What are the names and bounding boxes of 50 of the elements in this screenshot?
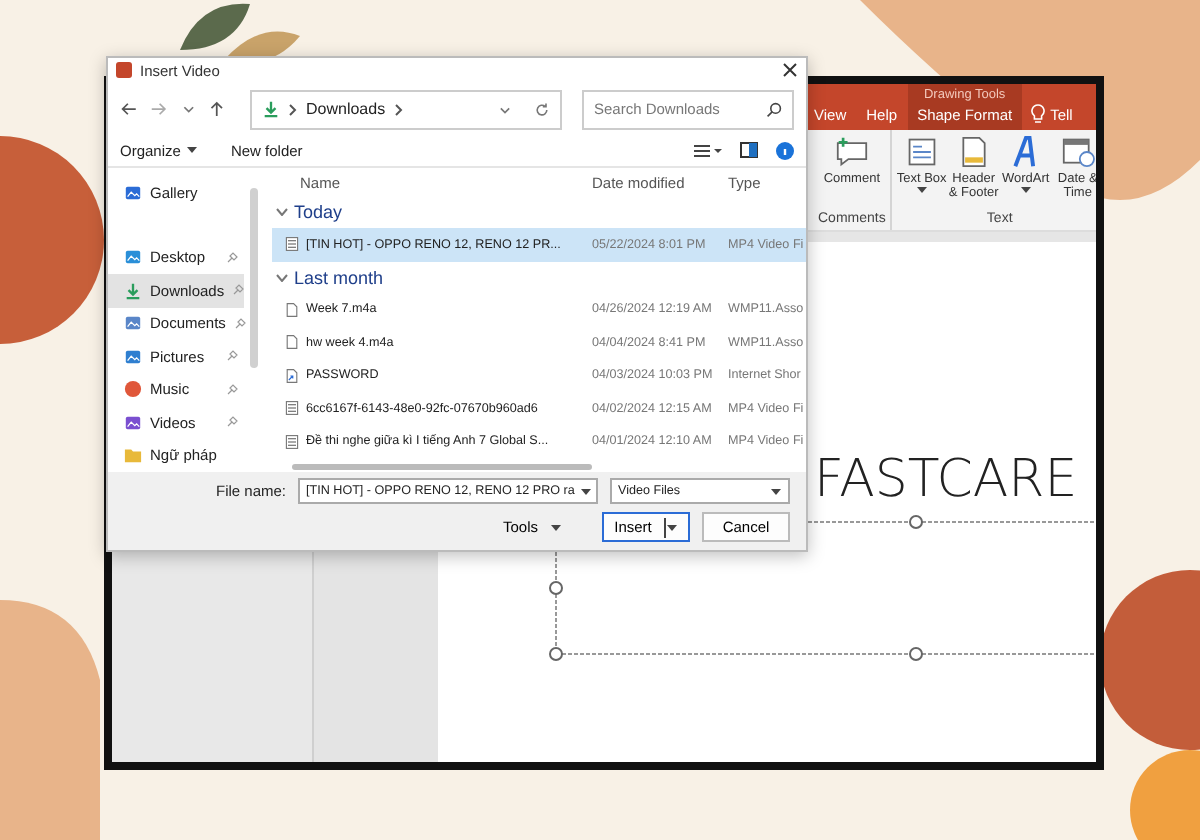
back-arrow-icon[interactable]: [120, 100, 138, 119]
video-file-icon: [284, 433, 300, 450]
comment-icon: [833, 136, 870, 168]
shortcut-file-icon: [284, 367, 300, 384]
preview-pane-icon[interactable]: [740, 142, 758, 159]
chevron-down-icon: [276, 208, 288, 216]
chevron-down-icon: [276, 273, 288, 281]
chevron-down-icon: [770, 487, 782, 495]
chevron-down-icon[interactable]: [499, 103, 510, 116]
pin-icon: [226, 383, 238, 396]
help-icon[interactable]: [776, 141, 794, 160]
caret-icon: [665, 523, 678, 531]
view-menu-icon[interactable]: [694, 143, 722, 158]
caret-icon: [550, 523, 562, 531]
video-file-icon: [284, 236, 300, 253]
caret-icon: [186, 146, 199, 155]
slide-title-text: FASTCARE: [814, 450, 1078, 510]
download-icon: [124, 281, 142, 300]
chevron-down-icon: [580, 487, 593, 495]
refresh-icon[interactable]: [533, 101, 550, 118]
search-icon[interactable]: [765, 101, 782, 118]
scrollbar[interactable]: [250, 188, 258, 368]
folder-icon: [124, 446, 142, 465]
pin-icon: [233, 317, 246, 330]
music-icon: [124, 380, 142, 399]
download-icon: [262, 100, 280, 119]
close-icon[interactable]: [782, 62, 798, 79]
pin-icon: [226, 350, 238, 363]
group-header[interactable]: Today: [272, 196, 806, 228]
pin-icon: [226, 251, 238, 264]
lightbulb-icon: [1030, 104, 1047, 124]
video-icon: [124, 413, 142, 432]
breadcrumb[interactable]: Downloads: [306, 100, 386, 119]
caret-icon: [1019, 186, 1032, 195]
up-arrow-icon[interactable]: [208, 100, 226, 119]
desktop-icon: [124, 248, 142, 267]
gallery-icon: [124, 183, 142, 202]
video-file-icon: [284, 400, 300, 417]
text-box-icon: [903, 136, 940, 168]
app-icon: [116, 62, 132, 79]
scrollbar[interactable]: [292, 464, 592, 470]
picture-icon: [124, 347, 142, 366]
caret-icon: [915, 186, 928, 195]
chevron-right-icon[interactable]: [393, 103, 404, 116]
chevron-right-icon: [288, 103, 298, 116]
pin-icon: [232, 284, 245, 297]
group-header[interactable]: Last month: [272, 261, 806, 293]
document-icon: [124, 314, 142, 333]
address-bar[interactable]: Downloads: [250, 89, 562, 130]
pin-icon: [226, 416, 238, 429]
